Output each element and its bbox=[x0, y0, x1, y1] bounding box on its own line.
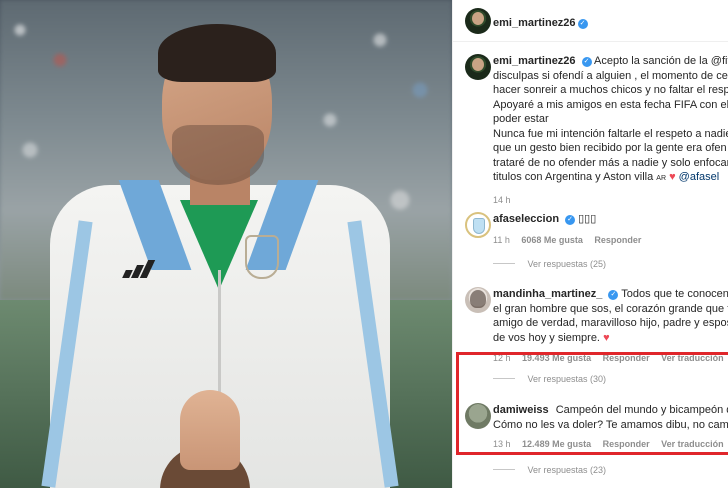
author-name-row: emi_martinez26 ✓ bbox=[493, 13, 588, 31]
verified-badge-icon: ✓ bbox=[565, 215, 576, 225]
caption-line: Acepto la sanción de la @fifa bbox=[594, 55, 728, 67]
post-photo[interactable] bbox=[0, 0, 452, 488]
child-hand bbox=[180, 390, 240, 470]
comment-text: ▯▯▯ bbox=[578, 213, 597, 225]
caption-line: Nunca fue mi intención faltarle el respe… bbox=[493, 127, 728, 140]
comment-line: el gran hombre que sos, el corazón grand… bbox=[493, 302, 728, 315]
caption-line: titulos con Argentina y Aston villa bbox=[493, 171, 654, 183]
heart-icon: ♥ bbox=[669, 171, 676, 183]
caption-mention[interactable]: @afasel bbox=[679, 171, 720, 183]
afa-crest bbox=[245, 235, 279, 279]
comment-avatar[interactable] bbox=[465, 287, 491, 313]
view-replies-label: Ver respuestas (25) bbox=[527, 259, 607, 269]
post-header: emi_martinez26 ✓ bbox=[453, 0, 728, 42]
caption-text: emi_martinez26 ✓ Acepto la sanción de la … bbox=[493, 54, 728, 207]
author-avatar[interactable] bbox=[465, 8, 491, 34]
view-replies-button[interactable]: Ver respuestas (23) bbox=[493, 465, 607, 475]
goalkeeper-figure bbox=[40, 20, 400, 488]
view-replies-label: Ver respuestas (23) bbox=[527, 465, 607, 475]
highlight-box bbox=[456, 352, 728, 455]
verified-badge-icon: ✓ bbox=[581, 57, 592, 67]
caption-meta: 14 h bbox=[493, 193, 728, 208]
caption-line: trataré de no ofender más a nadie y solo… bbox=[493, 156, 728, 169]
verified-badge-icon: ✓ bbox=[577, 19, 588, 29]
comment-username[interactable]: afaseleccion bbox=[493, 213, 559, 225]
comment-meta: 11 h 6068 Me gusta Responder bbox=[493, 233, 728, 248]
comment-likes[interactable]: 6068 Me gusta bbox=[521, 235, 583, 245]
caption-username[interactable]: emi_martinez26 bbox=[493, 55, 576, 67]
comment-username[interactable]: mandinha_martinez_ bbox=[493, 288, 602, 300]
view-replies-button[interactable]: Ver respuestas (25) bbox=[493, 259, 607, 269]
beard bbox=[172, 125, 264, 185]
reply-button[interactable]: Responder bbox=[594, 235, 641, 245]
caption-time: 14 h bbox=[493, 194, 511, 205]
caption-line: poder estar bbox=[493, 113, 549, 125]
caption-line: que un gesto bien recibido por la gente … bbox=[493, 142, 727, 154]
caption-avatar[interactable] bbox=[465, 54, 491, 80]
caption-line: disculpas si ofendí a alguien , el momen… bbox=[493, 69, 728, 82]
hair bbox=[158, 24, 276, 82]
comment-time: 11 h bbox=[493, 234, 510, 245]
flag-text: AR bbox=[656, 175, 667, 182]
comment-line: de vos hoy y siempre. bbox=[493, 331, 600, 344]
comment-body: afaseleccion ✓ ▯▯▯ 11 h 6068 Me gusta Res… bbox=[493, 212, 728, 247]
verified-badge-icon: ✓ bbox=[608, 290, 619, 300]
heart-icon: ♥ bbox=[603, 331, 610, 344]
comment-line: Todos que te conocen d bbox=[621, 288, 728, 300]
comment-avatar[interactable] bbox=[465, 212, 491, 238]
comment-line: amigo de verdad, maravilloso hijo, padre… bbox=[493, 317, 728, 329]
caption-line: hacer sonreir a muchos chicos y no falta… bbox=[493, 84, 728, 96]
stripes-logo bbox=[122, 260, 158, 280]
caption-line: Apoyaré a mis amigos en esta fecha FIFA … bbox=[493, 98, 728, 111]
author-username[interactable]: emi_martinez26 bbox=[493, 17, 576, 29]
